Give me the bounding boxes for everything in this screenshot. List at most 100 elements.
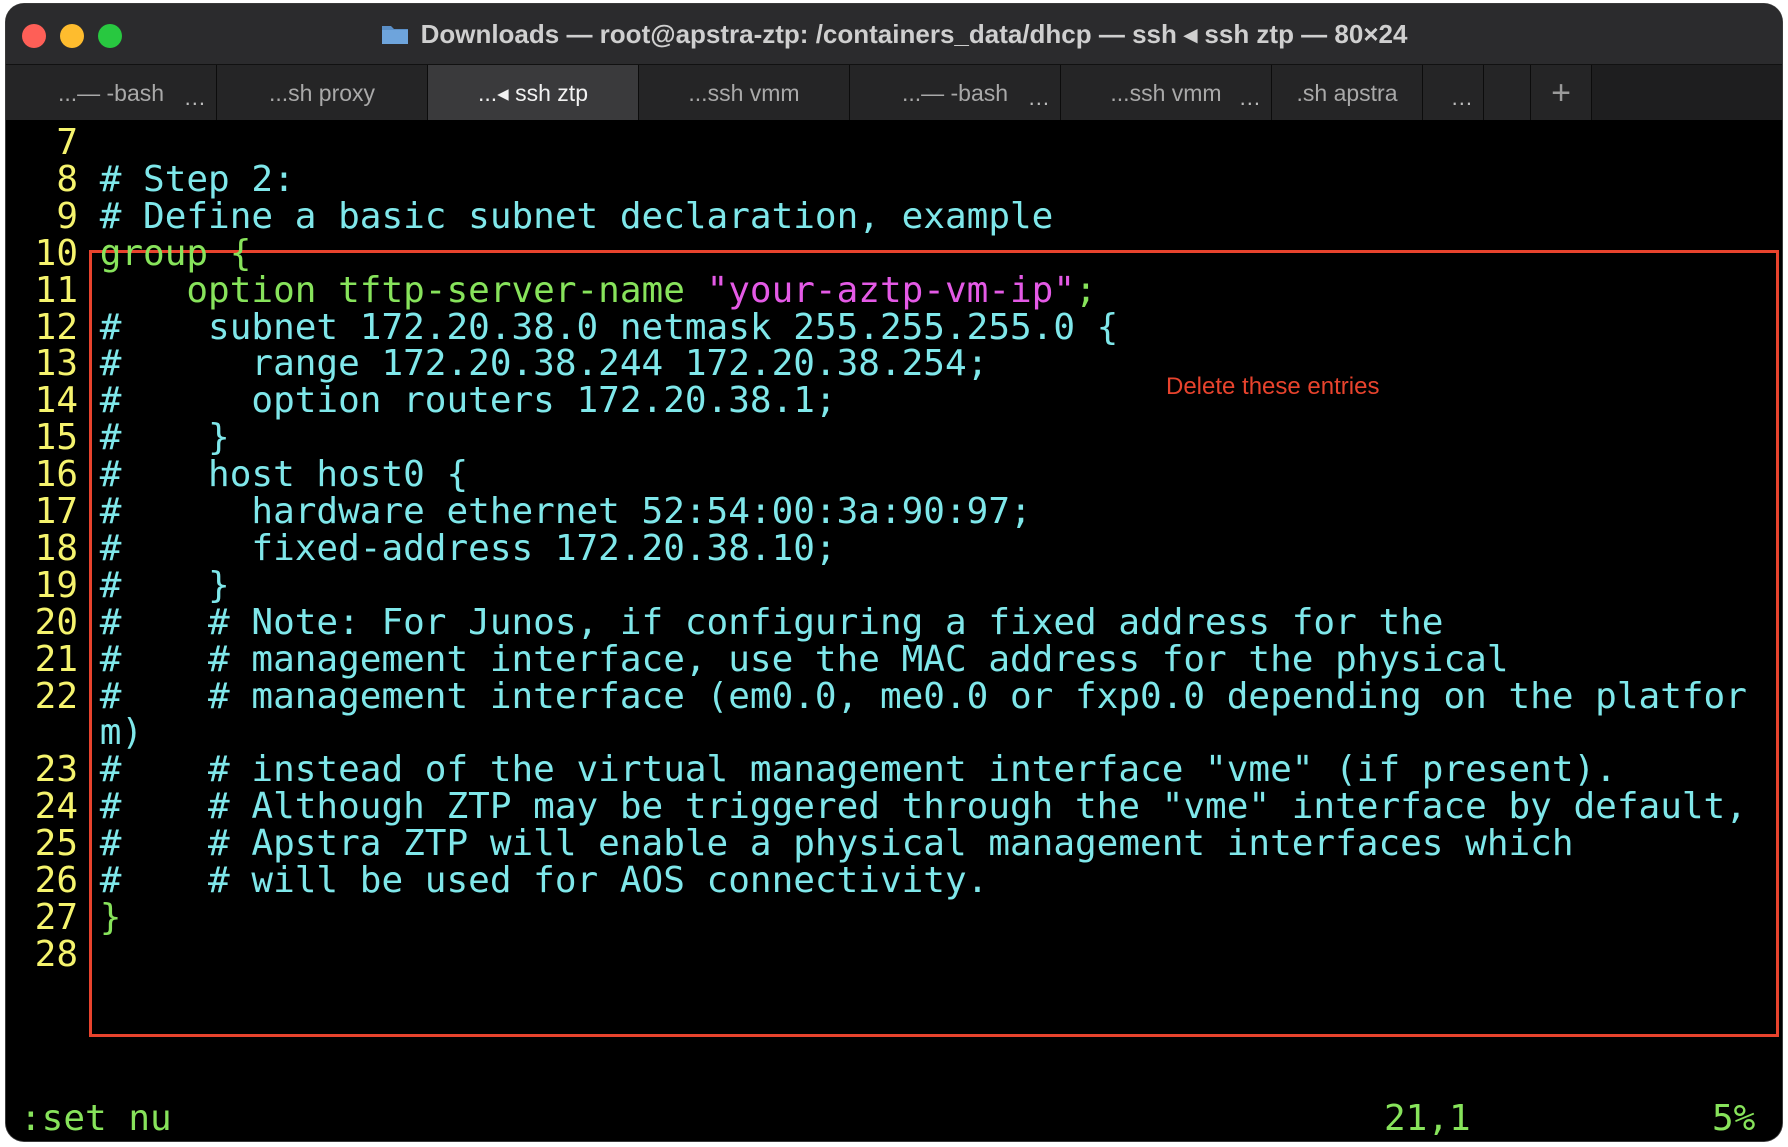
code-text: # } bbox=[99, 564, 230, 606]
new-tab-button[interactable]: + bbox=[1531, 65, 1592, 121]
editor-line: 15 # } bbox=[6, 417, 230, 459]
editor-line: 22 # # management interface (em0.0, me0.… bbox=[6, 676, 1747, 718]
code-text: # # Although ZTP may be triggered throug… bbox=[99, 786, 1747, 828]
line-number: 9 bbox=[56, 195, 78, 237]
code-text: option tftp-server-name bbox=[99, 269, 707, 311]
editor-line: 18 # fixed-address 172.20.38.10; bbox=[6, 528, 837, 570]
tab-label: ...◂ ssh ztp bbox=[478, 79, 588, 106]
window-title: Downloads — root@apstra-ztp: /containers… bbox=[420, 18, 1408, 49]
code-text: ; bbox=[1075, 269, 1097, 311]
editor-line: 13 # range 172.20.38.244 172.20.38.254; bbox=[6, 343, 989, 385]
close-button[interactable] bbox=[22, 24, 46, 48]
line-number: 19 bbox=[34, 564, 78, 606]
tab-1[interactable]: ...— -bash... bbox=[6, 65, 217, 121]
code-text: # range 172.20.38.244 172.20.38.254; bbox=[99, 343, 989, 385]
code-text: # host host0 { bbox=[99, 454, 469, 496]
code-text: # fixed-address 172.20.38.10; bbox=[99, 527, 837, 569]
editor-line: 20 # # Note: For Junos, if configuring a… bbox=[6, 601, 1444, 644]
line-number: 18 bbox=[34, 527, 78, 569]
editor-line: 23 # # instead of the virtual management… bbox=[6, 749, 1617, 791]
code-text: # # will be used for AOS connectivity. bbox=[99, 860, 989, 901]
editor-line: 27 } bbox=[6, 896, 122, 939]
window-title-group: Downloads — root@apstra-ztp: /containers… bbox=[381, 18, 1408, 50]
line-number: 11 bbox=[34, 269, 78, 311]
code-text: } bbox=[99, 896, 122, 938]
tab-7[interactable]: .sh apstra bbox=[1272, 65, 1423, 121]
vim-editor[interactable]: Delete these entries :set nu 21,1 5% 7 8… bbox=[6, 120, 1782, 1141]
folder-icon bbox=[381, 23, 409, 45]
editor-line: 24 # # Although ZTP may be triggered thr… bbox=[6, 786, 1747, 828]
tab-label: ...— -bash bbox=[57, 79, 165, 106]
tab-overflow-icon[interactable]: ... bbox=[185, 85, 206, 111]
editor-line: 14 # option routers 172.20.38.1; bbox=[6, 380, 837, 422]
editor-line: m) bbox=[6, 712, 143, 754]
line-number: 15 bbox=[34, 417, 78, 459]
line-number: 23 bbox=[34, 749, 78, 791]
editor-line: 7 bbox=[6, 122, 100, 164]
editor-line: 19 # } bbox=[6, 565, 230, 607]
editor-line: 25 # # Apstra ZTP will enable a physical… bbox=[6, 823, 1574, 865]
tab-overflow-icon[interactable]: ... bbox=[1240, 85, 1261, 111]
line-number: 12 bbox=[34, 306, 78, 348]
code-text: # # management interface (em0.0, me0.0 o… bbox=[99, 675, 1747, 717]
line-number: 16 bbox=[34, 454, 78, 496]
editor-line: 28 bbox=[6, 934, 100, 976]
editor-line: 26 # # will be used for AOS connectivity… bbox=[6, 860, 989, 902]
line-number: 26 bbox=[34, 860, 78, 901]
editor-line: 9 # Define a basic subnet declaration, e… bbox=[6, 196, 1053, 238]
tab-2[interactable]: ...sh proxy bbox=[217, 65, 428, 121]
line-number: 17 bbox=[34, 491, 78, 532]
command-line[interactable]: :set nu bbox=[20, 1098, 172, 1140]
line-number: 7 bbox=[56, 122, 78, 163]
editor-line: 8 # Step 2: bbox=[6, 159, 294, 201]
code-text: # # Note: For Junos, if configuring a fi… bbox=[99, 601, 1444, 643]
tab-8[interactable]: ... bbox=[1423, 65, 1484, 121]
code-text: # subnet 172.20.38.0 netmask 255.255.255… bbox=[99, 306, 1119, 348]
editor-line: 11 option tftp-server-name "your-aztp-vm… bbox=[6, 270, 1097, 312]
maximize-button[interactable] bbox=[98, 24, 122, 48]
terminal-window: Downloads — root@apstra-ztp: /containers… bbox=[6, 4, 1782, 1141]
tab-label: ...sh proxy bbox=[268, 79, 376, 106]
tab-overflow-icon[interactable]: ... bbox=[1029, 85, 1050, 111]
code-text: # } bbox=[99, 417, 230, 459]
code-text: # # instead of the virtual management in… bbox=[99, 749, 1617, 791]
code-text: # # management interface, use the MAC ad… bbox=[99, 638, 1509, 680]
line-number: 28 bbox=[34, 933, 78, 975]
line-number: 13 bbox=[34, 343, 78, 385]
tab-label: ...ssh vmm bbox=[688, 79, 800, 106]
tab-3[interactable]: ...◂ ssh ztp bbox=[428, 65, 639, 121]
scroll-percent: 5% bbox=[1712, 1098, 1756, 1139]
tab-label: ...— -bash bbox=[901, 79, 1009, 106]
tab-5[interactable]: ...— -bash... bbox=[850, 65, 1061, 121]
tab-4[interactable]: ...ssh vmm bbox=[639, 65, 850, 121]
title-bar[interactable]: Downloads — root@apstra-ztp: /containers… bbox=[6, 4, 1782, 64]
code-text: # option routers 172.20.38.1; bbox=[99, 380, 837, 422]
line-number: 27 bbox=[34, 896, 78, 938]
code-text: "your-aztp-vm-ip" bbox=[706, 269, 1076, 311]
line-number: 25 bbox=[34, 823, 78, 865]
tab-label: .sh apstra bbox=[1296, 79, 1398, 106]
delete-annotation: Delete these entries bbox=[1166, 373, 1380, 400]
code-text: # Define a basic subnet declaration, exa… bbox=[99, 195, 1054, 237]
line-number: 21 bbox=[34, 638, 78, 680]
line-number: 20 bbox=[34, 601, 78, 643]
line-number: 22 bbox=[34, 675, 78, 717]
editor-line: 16 # host host0 { bbox=[6, 454, 469, 496]
window-controls bbox=[22, 24, 122, 48]
line-number: 24 bbox=[34, 786, 78, 828]
tab-6[interactable]: ...ssh vmm... bbox=[1061, 65, 1272, 121]
tab-overflow-icon[interactable]: ... bbox=[1452, 85, 1473, 111]
line-number: 10 bbox=[34, 232, 78, 274]
tab-label: ...ssh vmm bbox=[1110, 79, 1222, 106]
line-number: 14 bbox=[34, 380, 78, 422]
code-text: group { bbox=[99, 232, 252, 274]
code-text: # # Apstra ZTP will enable a physical ma… bbox=[99, 823, 1574, 865]
minimize-button[interactable] bbox=[60, 24, 84, 48]
tab-9[interactable] bbox=[1484, 65, 1531, 121]
editor-line: 21 # # management interface, use the MAC… bbox=[6, 639, 1509, 681]
editor-line: 17 # hardware ethernet 52:54:00:3a:90:97… bbox=[6, 491, 1032, 533]
editor-line: 12 # subnet 172.20.38.0 netmask 255.255.… bbox=[6, 306, 1119, 349]
plus-icon: + bbox=[1551, 73, 1571, 112]
cursor-position: 21,1 bbox=[1384, 1098, 1471, 1139]
code-text: m) bbox=[99, 712, 144, 754]
